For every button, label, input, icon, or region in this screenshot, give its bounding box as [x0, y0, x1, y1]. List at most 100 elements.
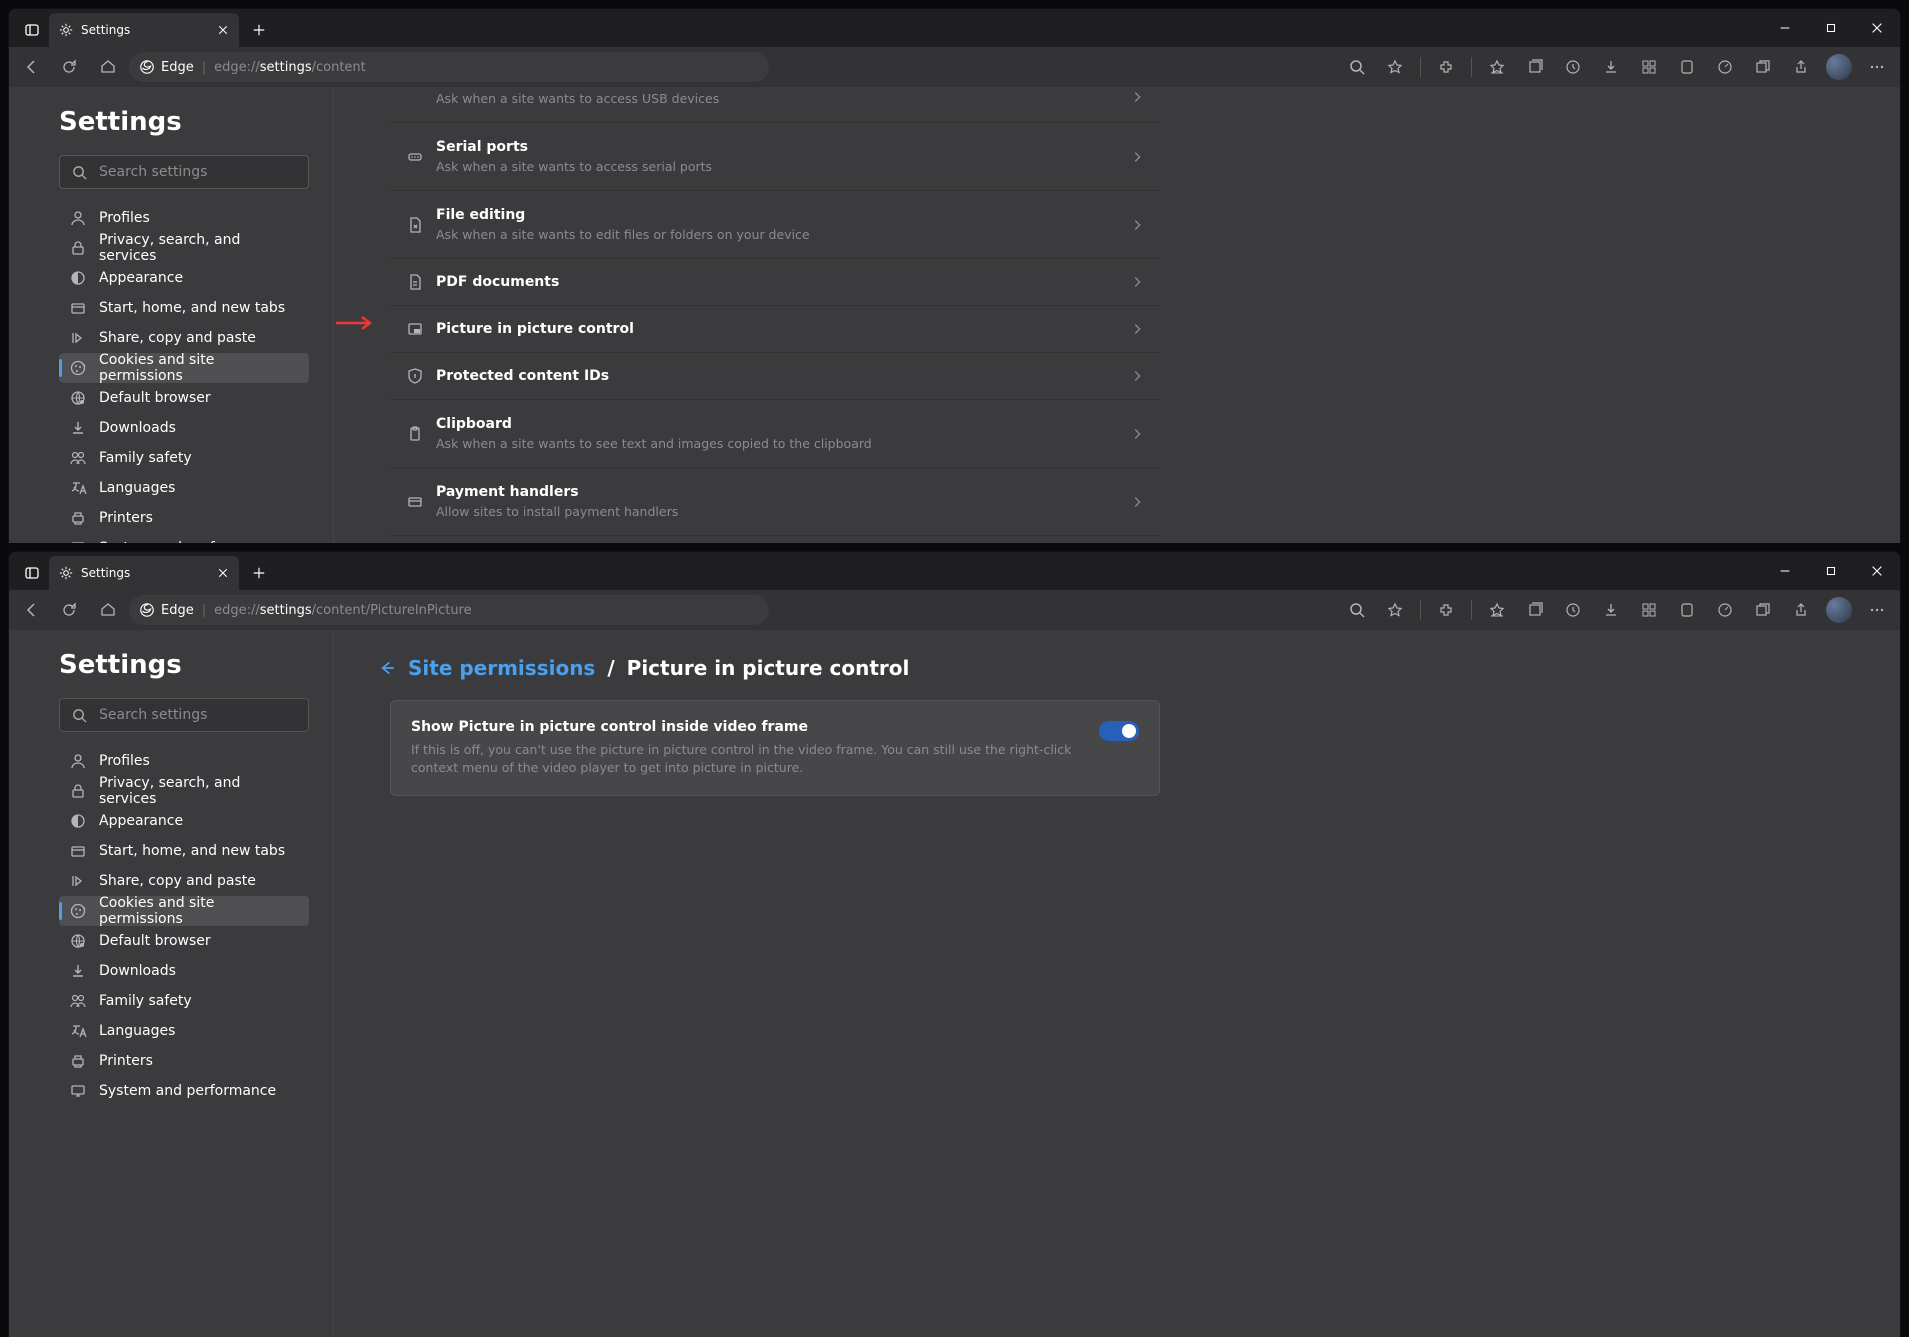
home-button[interactable] [91, 593, 125, 627]
sidebar-item-user[interactable]: Profiles [59, 746, 309, 776]
refresh-button[interactable] [53, 593, 87, 627]
sidebar-item-family[interactable]: Family safety [59, 443, 309, 473]
address-bar[interactable]: Edge | edge://settings/content [129, 52, 769, 82]
sidebar-item-system[interactable]: System and performance [59, 1076, 309, 1106]
sidebar-item-printer[interactable]: Printers [59, 1046, 309, 1076]
history-icon[interactable] [1556, 50, 1590, 84]
permission-item-payment[interactable]: Payment handlersAllow sites to install p… [390, 468, 1160, 536]
breadcrumb-link[interactable]: Site permissions [408, 656, 595, 680]
sidebar-item-user[interactable]: Profiles [59, 203, 309, 233]
sidebar-item-share[interactable]: Share, copy and paste [59, 323, 309, 353]
permission-item-clipboard[interactable]: ClipboardAsk when a site wants to see te… [390, 400, 1160, 468]
extensions-icon[interactable] [1429, 50, 1463, 84]
browser-tab[interactable]: Settings [49, 13, 239, 47]
browser-icon [69, 932, 87, 950]
apps-icon[interactable] [1632, 50, 1666, 84]
permission-item-pdf[interactable]: PDF documents [390, 259, 1160, 306]
sidebar-item-printer[interactable]: Printers [59, 503, 309, 533]
downloads-icon[interactable] [1594, 50, 1628, 84]
maximize-button[interactable] [1808, 552, 1854, 590]
collections-icon[interactable] [1518, 593, 1552, 627]
sidebar-item-family[interactable]: Family safety [59, 986, 309, 1016]
permission-item-serial[interactable]: Serial portsAsk when a site wants to acc… [390, 123, 1160, 191]
tabs-icon[interactable] [1746, 593, 1780, 627]
performance-icon[interactable] [1708, 50, 1742, 84]
zoom-icon[interactable] [1340, 50, 1374, 84]
user-icon [69, 209, 87, 227]
sidebar-item-share[interactable]: Share, copy and paste [59, 866, 309, 896]
extensions-icon[interactable] [1429, 593, 1463, 627]
sidebar-item-tab[interactable]: Start, home, and new tabs [59, 836, 309, 866]
zoom-icon[interactable] [1340, 593, 1374, 627]
tab-actions-button[interactable] [15, 556, 49, 590]
close-window-button[interactable] [1854, 552, 1900, 590]
close-tab-icon[interactable] [217, 24, 229, 36]
sidebar-item-lock[interactable]: Privacy, search, and services [59, 233, 309, 263]
toggle-switch[interactable] [1099, 721, 1139, 741]
permission-item-pip[interactable]: Picture in picture control [390, 306, 1160, 353]
back-button[interactable] [15, 593, 49, 627]
permission-item-media[interactable]: Media autoplay [390, 536, 1160, 543]
sidebar-item-language[interactable]: Languages [59, 1016, 309, 1046]
sidebar-item-cookie[interactable]: Cookies and site permissions [59, 896, 309, 926]
profile-avatar[interactable] [1822, 593, 1856, 627]
menu-button[interactable] [1860, 50, 1894, 84]
maximize-button[interactable] [1808, 9, 1854, 47]
user-icon [69, 752, 87, 770]
sidebar-item-appearance[interactable]: Appearance [59, 263, 309, 293]
history-icon[interactable] [1556, 593, 1590, 627]
permission-description: Ask when a site wants to see text and im… [436, 436, 1130, 451]
back-button[interactable] [15, 50, 49, 84]
permission-item-usb[interactable]: Ask when a site wants to access USB devi… [390, 87, 1160, 123]
favorites-icon[interactable] [1480, 593, 1514, 627]
share-icon[interactable] [1784, 50, 1818, 84]
drop-icon[interactable] [1670, 50, 1704, 84]
refresh-button[interactable] [53, 50, 87, 84]
close-window-button[interactable] [1854, 9, 1900, 47]
sidebar-item-tab[interactable]: Start, home, and new tabs [59, 293, 309, 323]
breadcrumb-back-icon[interactable] [376, 658, 396, 678]
sidebar-item-label: Downloads [99, 420, 176, 436]
chevron-right-icon [1130, 493, 1144, 511]
permission-item-file[interactable]: File editingAsk when a site wants to edi… [390, 191, 1160, 259]
search-settings-input[interactable] [59, 698, 309, 732]
downloads-icon[interactable] [1594, 593, 1628, 627]
collections-icon[interactable] [1518, 50, 1552, 84]
tab-actions-button[interactable] [15, 13, 49, 47]
browser-tab[interactable]: Settings [49, 556, 239, 590]
sidebar-item-system[interactable]: System and performance [59, 533, 309, 543]
download-icon [69, 419, 87, 437]
sidebar-item-label: Printers [99, 1053, 153, 1069]
new-tab-button[interactable] [245, 16, 273, 44]
permission-item-shield[interactable]: Protected content IDs [390, 353, 1160, 400]
settings-heading: Settings [59, 650, 309, 680]
sidebar-item-browser[interactable]: Default browser [59, 926, 309, 956]
minimize-button[interactable] [1762, 9, 1808, 47]
sidebar-item-label: Languages [99, 480, 175, 496]
sidebar-item-language[interactable]: Languages [59, 473, 309, 503]
home-button[interactable] [91, 50, 125, 84]
profile-avatar[interactable] [1822, 50, 1856, 84]
menu-button[interactable] [1860, 593, 1894, 627]
sidebar-item-download[interactable]: Downloads [59, 413, 309, 443]
favorite-icon[interactable] [1378, 593, 1412, 627]
sidebar-item-download[interactable]: Downloads [59, 956, 309, 986]
drop-icon[interactable] [1670, 593, 1704, 627]
apps-icon[interactable] [1632, 593, 1666, 627]
close-tab-icon[interactable] [217, 567, 229, 579]
share-icon[interactable] [1784, 593, 1818, 627]
sidebar-item-appearance[interactable]: Appearance [59, 806, 309, 836]
search-settings-input[interactable] [59, 155, 309, 189]
chevron-right-icon [1130, 367, 1144, 385]
sidebar-item-cookie[interactable]: Cookies and site permissions [59, 353, 309, 383]
new-tab-button[interactable] [245, 559, 273, 587]
sidebar-item-browser[interactable]: Default browser [59, 383, 309, 413]
tabs-icon[interactable] [1746, 50, 1780, 84]
minimize-button[interactable] [1762, 552, 1808, 590]
address-bar[interactable]: Edge | edge://settings/content/PictureIn… [129, 595, 769, 625]
performance-icon[interactable] [1708, 593, 1742, 627]
favorites-icon[interactable] [1480, 50, 1514, 84]
chevron-right-icon [1130, 148, 1144, 166]
favorite-icon[interactable] [1378, 50, 1412, 84]
sidebar-item-lock[interactable]: Privacy, search, and services [59, 776, 309, 806]
